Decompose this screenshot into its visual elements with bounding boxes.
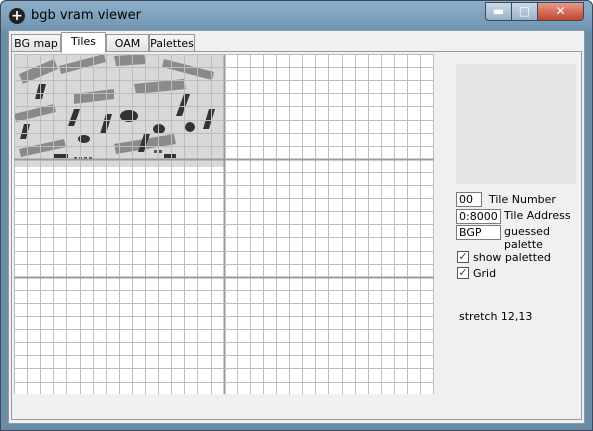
tab-bg-map[interactable]: BG map [11, 34, 61, 52]
vram-viewer-window: + bgb vram viewer ▬ □ ✕ BG map Tiles OAM… [0, 0, 593, 431]
palette-label: guessed palette [504, 225, 550, 251]
window-title: bgb vram viewer [31, 8, 141, 23]
tab-oam[interactable]: OAM [106, 34, 149, 52]
tab-tiles[interactable]: Tiles [61, 32, 106, 53]
title-bar[interactable]: + bgb vram viewer ▬ □ ✕ [1, 1, 592, 31]
tile-preview [456, 64, 576, 184]
show-paletted-checkbox[interactable]: ✓ [457, 251, 469, 263]
palette-field[interactable]: BGP [456, 225, 501, 240]
stretch-readout: stretch 12,13 [459, 310, 533, 323]
tile-address-label: Tile Address [504, 209, 571, 222]
close-button[interactable]: ✕ [537, 2, 584, 21]
app-icon[interactable]: + [9, 8, 25, 24]
tiles-panel: 00 Tile Number 0:8000 Tile Address BGP g… [11, 51, 582, 420]
grid-checkbox[interactable]: ✓ [457, 267, 469, 279]
grid-lines [14, 54, 434, 394]
client-area: BG map Tiles OAM Palettes 00 Tile Number… [8, 30, 585, 424]
maximize-button[interactable]: □ [511, 2, 538, 21]
tab-palettes[interactable]: Palettes [149, 34, 195, 52]
tile-grid[interactable] [14, 54, 434, 394]
grid-label: Grid [473, 267, 497, 280]
minimize-button[interactable]: ▬ [485, 2, 512, 21]
tile-number-field[interactable]: 00 [456, 192, 482, 207]
show-paletted-label: show paletted [473, 251, 551, 264]
tile-address-field[interactable]: 0:8000 [456, 209, 501, 224]
tile-number-label: Tile Number [489, 193, 556, 206]
